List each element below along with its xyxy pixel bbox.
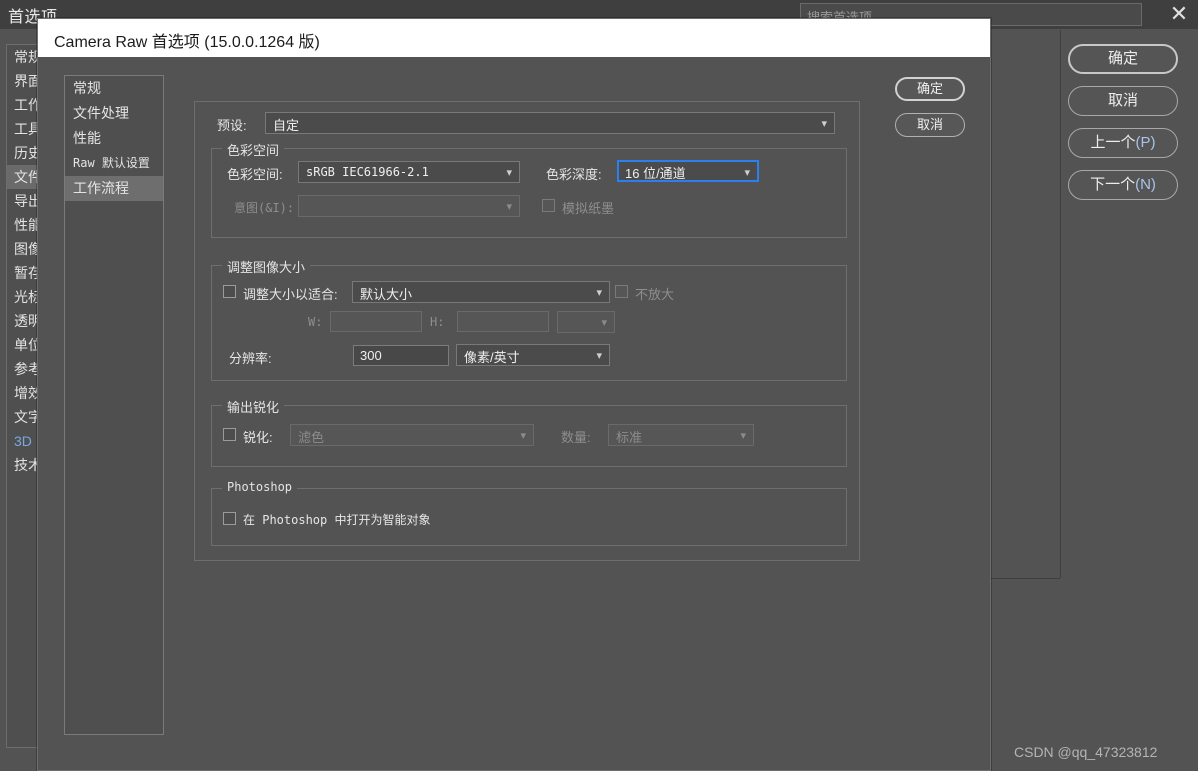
resize-unit-select: ▾ xyxy=(557,311,615,333)
resolution-unit-select[interactable]: 像素/英寸 ▾ xyxy=(456,344,610,366)
next-button-label: 下一个 xyxy=(1090,176,1136,193)
intent-select: ▾ xyxy=(298,195,520,217)
previous-button[interactable]: 上一个(P) xyxy=(1068,128,1178,158)
sharpen-amount-select: 标准 ▾ xyxy=(608,424,754,446)
photoshop-group: Photoshop 在 Photoshop 中打开为智能对象 xyxy=(211,480,847,546)
previous-button-mnemonic: (P) xyxy=(1135,134,1156,151)
sharpen-select: 滤色 ▾ xyxy=(290,424,534,446)
chevron-down-icon: ▾ xyxy=(740,429,746,442)
dialog-sidebar-item-raw-defaults[interactable]: Raw 默认设置 xyxy=(65,151,163,176)
color-depth-label: 色彩深度: xyxy=(546,167,602,182)
output-sharpening-legend: 输出锐化 xyxy=(222,397,285,416)
chevron-down-icon: ▾ xyxy=(506,200,512,213)
chevron-down-icon: ▾ xyxy=(601,316,607,329)
simulate-paper-checkbox xyxy=(542,199,555,212)
resize-to-fit-label: 调整大小以适合: xyxy=(243,287,338,302)
next-button-mnemonic: (N) xyxy=(1135,176,1156,193)
height-input xyxy=(457,311,549,332)
sharpen-amount-label: 数量: xyxy=(561,430,591,445)
width-input xyxy=(330,311,422,332)
resolution-input[interactable]: 300 xyxy=(353,345,449,366)
dialog-button-group: 确定 取消 xyxy=(895,77,965,149)
dialog-sidebar: 常规 文件处理 性能 Raw 默认设置 工作流程 xyxy=(64,75,164,735)
resolution-label: 分辨率: xyxy=(229,351,272,366)
cancel-button[interactable]: 取消 xyxy=(1068,86,1178,116)
dialog-sidebar-item-general[interactable]: 常规 xyxy=(65,76,163,101)
chevron-down-icon: ▾ xyxy=(744,166,750,179)
simulate-paper-label: 模拟纸墨 xyxy=(562,201,615,216)
color-space-value: sRGB IEC61966-2.1 xyxy=(306,165,429,179)
dialog-cancel-button[interactable]: 取消 xyxy=(895,113,965,137)
previous-button-label: 上一个 xyxy=(1090,134,1136,151)
watermark: CSDN @qq_47323812 xyxy=(1014,744,1158,760)
workflow-outer-group: 预设: 自定 ▾ 色彩空间 色彩空间: sRGB IEC61966-2.1 ▾ … xyxy=(194,101,860,561)
screen: 首选项 搜索首选项 ✕ 常规 界面 工作 工具 历史 文件 导出 性能 图像 暂… xyxy=(0,0,1198,771)
preferences-button-group: 确定 取消 上一个(P) 下一个(N) xyxy=(1068,44,1178,212)
dialog-title: Camera Raw 首选项 (15.0.0.1264 版) xyxy=(54,34,320,51)
color-space-legend: 色彩空间 xyxy=(222,140,285,159)
intent-label: 意图(&I): xyxy=(234,201,295,215)
resize-to-fit-select[interactable]: 默认大小 ▾ xyxy=(352,281,610,303)
color-depth-value: 16 位/通道 xyxy=(625,166,686,181)
preset-value: 自定 xyxy=(273,118,300,133)
width-label: W: xyxy=(308,315,323,329)
no-enlarge-label: 不放大 xyxy=(635,287,675,302)
chevron-down-icon: ▾ xyxy=(506,166,512,179)
dialog-sidebar-item-file-handling[interactable]: 文件处理 xyxy=(65,101,163,126)
dialog-sidebar-item-performance[interactable]: 性能 xyxy=(65,126,163,151)
image-resize-group: 调整图像大小 调整大小以适合: 默认大小 ▾ 不放大 W: H: ▾ 分辨率: … xyxy=(211,257,847,381)
sharpen-label: 锐化: xyxy=(243,430,273,445)
output-sharpening-group: 输出锐化 锐化: 滤色 ▾ 数量: 标准 ▾ xyxy=(211,397,847,467)
no-enlarge-checkbox xyxy=(615,285,628,298)
dialog-sidebar-item-workflow[interactable]: 工作流程 xyxy=(65,176,163,201)
resolution-unit-value: 像素/英寸 xyxy=(464,350,520,365)
sharpen-checkbox[interactable] xyxy=(223,428,236,441)
open-as-smart-object-label: 在 Photoshop 中打开为智能对象 xyxy=(243,513,431,527)
photoshop-legend: Photoshop xyxy=(222,480,298,494)
preset-select[interactable]: 自定 ▾ xyxy=(265,112,835,134)
color-depth-select[interactable]: 16 位/通道 ▾ xyxy=(617,160,759,182)
sharpen-amount-value: 标准 xyxy=(616,430,643,445)
close-icon[interactable]: ✕ xyxy=(1160,0,1198,29)
height-label: H: xyxy=(430,315,445,329)
dialog-ok-button[interactable]: 确定 xyxy=(895,77,965,101)
resize-to-fit-checkbox[interactable] xyxy=(223,285,236,298)
panel-vertical-divider xyxy=(1060,30,1061,578)
next-button[interactable]: 下一个(N) xyxy=(1068,170,1178,200)
chevron-down-icon: ▾ xyxy=(596,349,602,362)
resolution-value: 300 xyxy=(360,348,382,363)
chevron-down-icon: ▾ xyxy=(821,117,827,130)
camera-raw-preferences-dialog: Camera Raw 首选项 (15.0.0.1264 版) 常规 文件处理 性… xyxy=(37,18,991,771)
resize-to-fit-value: 默认大小 xyxy=(360,287,413,302)
chevron-down-icon: ▾ xyxy=(596,286,602,299)
image-resize-legend: 调整图像大小 xyxy=(222,257,311,276)
open-as-smart-object-checkbox[interactable] xyxy=(223,512,236,525)
preset-label: 预设: xyxy=(217,118,247,133)
chevron-down-icon: ▾ xyxy=(520,429,526,442)
ok-button[interactable]: 确定 xyxy=(1068,44,1178,74)
color-space-label: 色彩空间: xyxy=(227,167,283,182)
sharpen-value: 滤色 xyxy=(298,430,325,445)
color-space-group: 色彩空间 色彩空间: sRGB IEC61966-2.1 ▾ 色彩深度: 16 … xyxy=(211,140,847,238)
color-space-select[interactable]: sRGB IEC61966-2.1 ▾ xyxy=(298,161,520,183)
